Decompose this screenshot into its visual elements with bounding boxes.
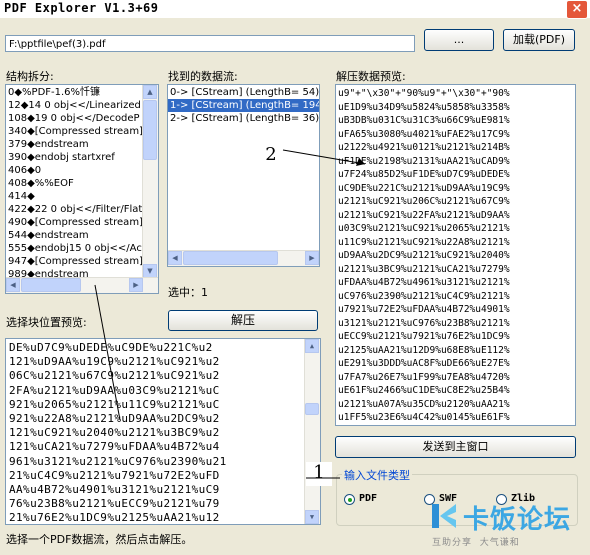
annotation-arrow-2 — [356, 158, 365, 166]
watermark: 卡饭论坛 互助分享 大气谦和 — [430, 497, 585, 548]
watermark-brand: 卡饭论坛 — [463, 505, 572, 535]
annotation-line-block — [94, 284, 121, 421]
annotation-lines — [94, 149, 366, 479]
watermark-logo-icon — [430, 501, 460, 531]
annotation-line-2 — [282, 149, 366, 165]
status-text: 选择一个PDF数据流，然后点击解压。 — [6, 533, 193, 546]
watermark-slogan: 互助分享 大气谦和 — [432, 538, 520, 548]
